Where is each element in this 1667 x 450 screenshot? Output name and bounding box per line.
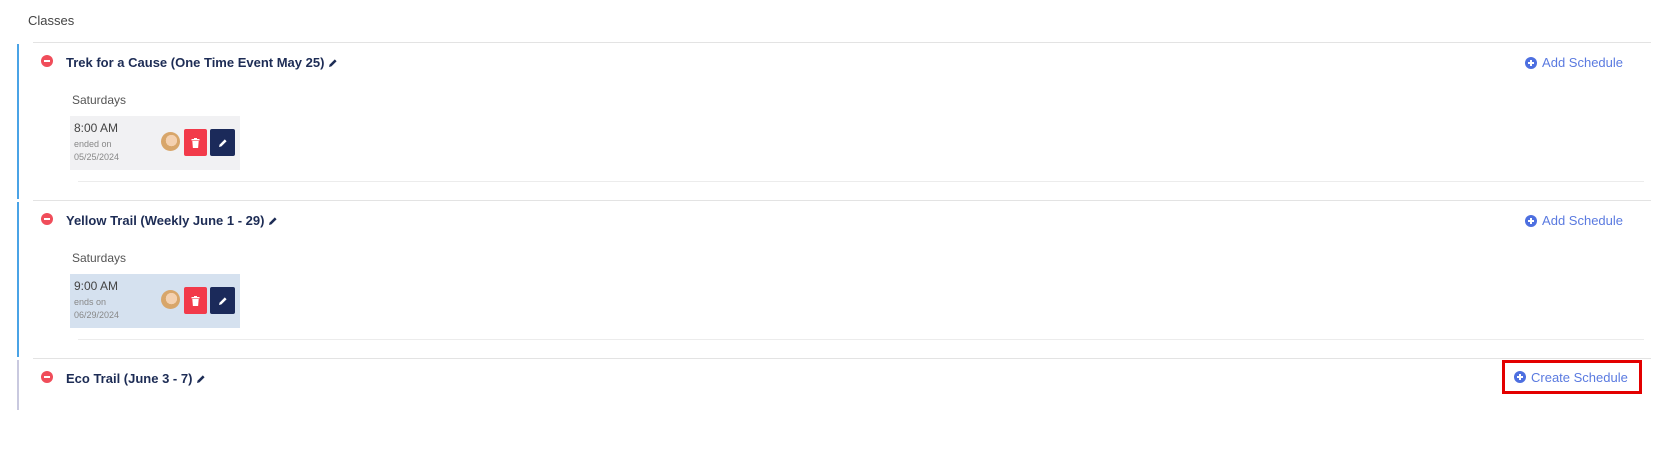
divider (78, 181, 1644, 182)
avatar (161, 290, 180, 309)
minus-circle-icon[interactable] (41, 54, 53, 67)
create-schedule-button[interactable]: Create Schedule (1502, 360, 1642, 394)
section-title: Classes (28, 13, 75, 28)
class-name: Eco Trail (June 3 - 7) (66, 371, 193, 386)
class-name: Trek for a Cause (One Time Event May 25) (66, 55, 325, 70)
class-name: Yellow Trail (Weekly June 1 - 29) (66, 213, 265, 228)
class-header: Yellow Trail (Weekly June 1 - 29) (41, 212, 278, 228)
day-label: Saturdays (72, 251, 127, 265)
class-item: Trek for a Cause (One Time Event May 25)… (33, 42, 1651, 201)
add-schedule-button[interactable]: Add Schedule (1525, 213, 1623, 228)
avatar (161, 132, 180, 151)
class-item: Eco Trail (June 3 - 7) Create Schedule (33, 358, 1651, 411)
pencil-icon (218, 296, 227, 305)
plus-circle-icon (1514, 371, 1526, 383)
class-header: Trek for a Cause (One Time Event May 25) (41, 54, 338, 70)
pencil-icon (218, 138, 227, 147)
class-item: Yellow Trail (Weekly June 1 - 29) Add Sc… (33, 200, 1651, 359)
schedule-slot: 8:00 AM ended on 05/25/2024 (70, 116, 240, 170)
edit-slot-button[interactable] (210, 287, 235, 314)
delete-slot-button[interactable] (184, 129, 207, 156)
class-header: Eco Trail (June 3 - 7) (41, 370, 206, 386)
divider (78, 339, 1644, 340)
add-schedule-label: Add Schedule (1542, 213, 1623, 228)
slot-time: 8:00 AM (74, 121, 119, 135)
slot-date: 05/25/2024 (74, 152, 120, 162)
slot-status-text: ends on (74, 297, 107, 307)
slot-status: ended on 05/25/2024 (74, 138, 119, 164)
add-schedule-label: Add Schedule (1542, 55, 1623, 70)
class-rail-3 (17, 360, 19, 410)
pencil-icon[interactable] (328, 58, 338, 68)
schedule-slot: 9:00 AM ends on 06/29/2024 (70, 274, 240, 328)
pencil-icon[interactable] (196, 374, 206, 384)
pencil-icon[interactable] (268, 216, 278, 226)
slot-status: ends on 06/29/2024 (74, 296, 119, 322)
plus-circle-icon (1525, 56, 1538, 69)
delete-slot-button[interactable] (184, 287, 207, 314)
minus-circle-icon[interactable] (41, 370, 53, 383)
class-rail-2 (17, 202, 19, 357)
trash-icon (191, 295, 200, 306)
trash-icon (191, 137, 200, 148)
plus-circle-icon (1525, 214, 1538, 227)
minus-circle-icon[interactable] (41, 212, 53, 225)
classes-page: Classes Trek for a Cause (One Time Event… (0, 0, 1667, 450)
slot-status-text: ended on (74, 139, 112, 149)
slot-time: 9:00 AM (74, 279, 119, 293)
edit-slot-button[interactable] (210, 129, 235, 156)
day-label: Saturdays (72, 93, 127, 107)
add-schedule-button[interactable]: Add Schedule (1525, 55, 1623, 70)
create-schedule-label: Create Schedule (1531, 369, 1628, 385)
slot-date: 06/29/2024 (74, 310, 120, 320)
class-rail-1 (17, 44, 19, 199)
